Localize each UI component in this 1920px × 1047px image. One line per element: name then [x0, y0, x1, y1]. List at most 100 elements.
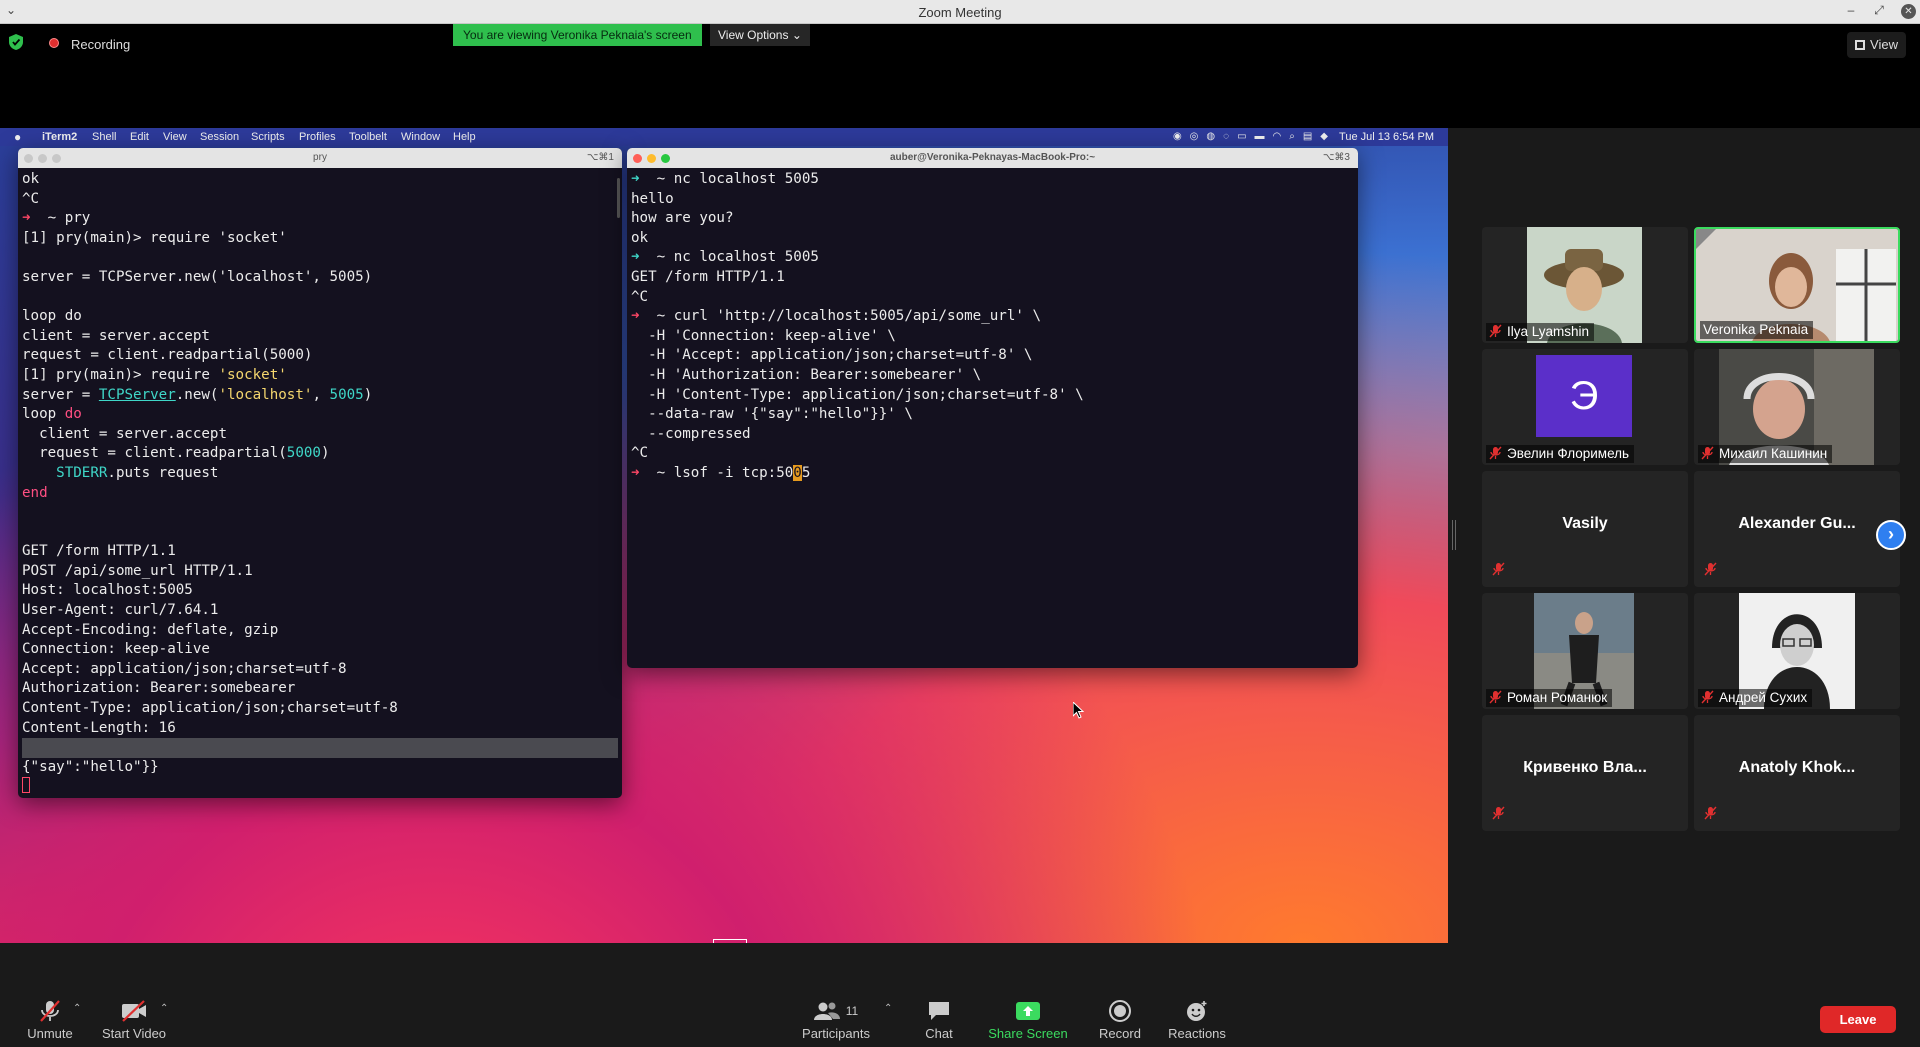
reactions-smiley-icon — [1164, 999, 1230, 1023]
terminal-text: Accept: application/json;charset=utf-8 — [22, 660, 347, 677]
close-icon[interactable]: ✕ — [1901, 4, 1916, 19]
menubar-status-icons: ◉◎◍◌▭▬◠⌕▤◆ — [1172, 131, 1336, 142]
prompt-arrow-icon: ➜ — [631, 249, 640, 266]
terminal-text: 'socket' — [218, 366, 287, 383]
participant-tile[interactable]: Андрей Сухих — [1694, 593, 1900, 709]
terminal-line: ^C — [22, 190, 618, 210]
participant-gallery: Ilya Lyamshin Veronika Peknaia Э Эвелин … — [1482, 227, 1904, 831]
gallery-grid-icon — [1855, 40, 1866, 50]
participant-tile[interactable]: Э Эвелин Флоримель — [1482, 349, 1688, 465]
terminal-text: [1] pry(main)> require 'socket' — [22, 229, 287, 246]
menubar-item-view: View — [163, 131, 187, 143]
terminal-line: Connection: keep-alive — [22, 640, 618, 660]
video-options-caret[interactable]: ⌃ — [160, 1003, 168, 1014]
terminal-titlebar: pry ⌥⌘1 — [18, 148, 622, 168]
leave-meeting-button[interactable]: Leave — [1820, 1006, 1896, 1033]
view-label: View — [1870, 37, 1898, 52]
terminal-text: ^C — [22, 190, 40, 207]
terminal-text: 'localhost' — [218, 386, 313, 403]
terminal-output[interactable]: ok ^C ➜ ~ pry [1] pry(main)> require 'socke… — [18, 168, 622, 798]
participant-name-tag: Ilya Lyamshin — [1486, 323, 1595, 341]
terminal-line: {"say":"hello"}} — [22, 758, 618, 778]
minimize-icon[interactable]: – — [1842, 3, 1860, 17]
menubar-item-session: Session — [200, 131, 240, 143]
participant-name: Vasily — [1562, 515, 1608, 532]
window-title: Zoom Meeting — [918, 5, 1002, 20]
mic-muted-icon — [1492, 806, 1505, 825]
security-shield-icon[interactable] — [9, 34, 23, 50]
terminal-line: request = client.readpartial(5000) — [22, 444, 618, 464]
terminal-line: GET /form HTTP/1.1 — [22, 542, 618, 562]
terminal-line: Authorization: Bearer:somebearer — [22, 679, 618, 699]
prompt-arrow-icon: ➜ — [22, 210, 31, 227]
menubar-item-profiles: Profiles — [299, 131, 336, 143]
terminal-line: --compressed — [631, 425, 1354, 445]
participant-tile[interactable]: Роман Романюк — [1482, 593, 1688, 709]
menubar-item-window: Window — [401, 131, 441, 143]
participants-button[interactable]: 11 Participants — [798, 999, 874, 1041]
gallery-next-page-button[interactable]: › — [1876, 520, 1906, 550]
terminal-text: ^C — [631, 288, 649, 305]
chevron-down-icon: ⌄ — [791, 28, 802, 42]
terminal-line: User-Agent: curl/7.64.1 — [22, 601, 618, 621]
terminal-line: ok — [22, 170, 618, 190]
participant-tile[interactable]: Anatoly Khok... — [1694, 715, 1900, 831]
chat-button[interactable]: Chat — [916, 999, 962, 1041]
view-layout-button[interactable]: View — [1847, 32, 1906, 58]
terminal-text: ~ curl 'http://localhost:5005/api/some_u… — [639, 308, 1042, 325]
panel-splitter-handle[interactable] — [1452, 520, 1456, 550]
viewing-screen-banner: You are viewing Veronika Peknaia's scree… — [453, 24, 702, 46]
terminal-text: Connection: keep-alive — [22, 641, 210, 658]
audio-options-caret[interactable]: ⌃ — [73, 1003, 81, 1014]
terminal-text: ~ nc localhost 5005 — [639, 249, 819, 266]
terminal-text: --compressed — [631, 425, 751, 442]
shared-screen: ● iTerm2 Shell Edit View Session Scripts… — [0, 128, 1448, 943]
terminal-text: ok — [22, 171, 40, 187]
terminal-scrollbar[interactable] — [617, 178, 620, 218]
participant-tile[interactable]: Ilya Lyamshin — [1482, 227, 1688, 343]
participant-tile-active-speaker[interactable]: Veronika Peknaia — [1694, 227, 1900, 343]
terminal-line: [1] pry(main)> require 'socket' — [22, 229, 618, 249]
terminal-title: auber@Veronika-Peknayas-MacBook-Pro:~ — [889, 152, 1096, 163]
terminal-text: POST /api/some_url HTTP/1.1 — [22, 562, 253, 579]
restore-icon[interactable]: ⤢ — [1870, 3, 1888, 18]
terminal-line: Content-Length: 16 — [22, 719, 618, 739]
terminal-output[interactable]: ➜ ~ nc localhost 5005 hello how are you? ok… — [627, 168, 1358, 486]
menubar-item-help: Help — [453, 131, 476, 143]
unmute-button[interactable]: Unmute — [22, 999, 78, 1041]
share-screen-button[interactable]: Share Screen — [987, 999, 1069, 1041]
participant-tile[interactable]: Vasily — [1482, 471, 1688, 587]
terminal-text: server = TCPServer.new('localhost', 5005… — [22, 268, 373, 285]
participant-tile[interactable]: Alexander Gu... — [1694, 471, 1900, 587]
terminal-text: loop — [22, 406, 65, 423]
reactions-button[interactable]: Reactions — [1164, 999, 1230, 1041]
terminal-text: , — [312, 386, 330, 403]
mouse-pointer-icon — [1073, 702, 1085, 719]
terminal-text: [1] pry(main)> require — [22, 366, 219, 383]
terminal-text: 5005 — [329, 386, 364, 403]
terminal-line: ➜ ~ lsof -i tcp:5005 — [631, 464, 1354, 484]
participants-label: Participants — [802, 1026, 870, 1041]
terminal-line: ➜ ~ pry — [22, 209, 618, 229]
chevron-right-icon: › — [1888, 524, 1894, 544]
participant-tile[interactable]: Кривенко Вла... — [1482, 715, 1688, 831]
terminal-line: -H 'Accept: application/json;charset=utf… — [631, 346, 1354, 366]
participant-name-tag: Роман Романюк — [1486, 689, 1613, 707]
terminal-text: Accept-Encoding: deflate, gzip — [22, 621, 279, 638]
mic-muted-icon — [22, 999, 78, 1023]
menubar-item-shell: Shell — [92, 131, 117, 143]
terminal-text: -H 'Authorization: Bearer:somebearer' \ — [631, 366, 982, 383]
terminal-text: --data-raw '{"say":"hello"}}' \ — [631, 406, 913, 423]
terminal-line — [22, 777, 618, 797]
view-options-dropdown[interactable]: View Options ⌄ — [710, 24, 810, 46]
prompt-arrow-icon: ➜ — [631, 464, 640, 481]
participants-options-caret[interactable]: ⌃ — [884, 1003, 892, 1014]
record-button[interactable]: Record — [1094, 999, 1146, 1041]
terminal-text: server = — [22, 386, 99, 403]
terminal-shortcut: ⌥⌘3 — [1322, 152, 1350, 163]
terminal-line: -H 'Content-Type: application/json;chars… — [631, 386, 1354, 406]
chat-label: Chat — [925, 1026, 953, 1041]
participant-tile[interactable]: Михаил Кашинин — [1694, 349, 1900, 465]
terminal-cursor: 0 — [793, 464, 802, 481]
